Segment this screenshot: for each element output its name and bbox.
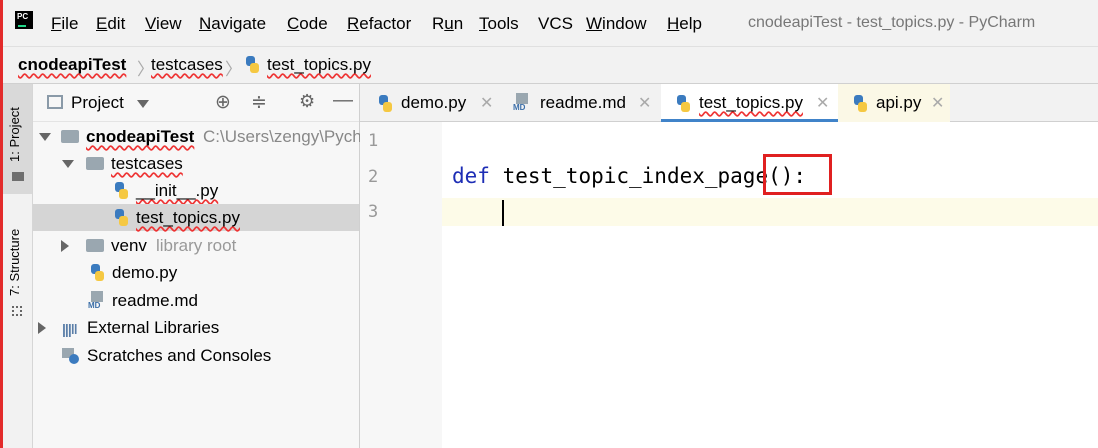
code-text: test_topic_index_page():	[489, 164, 807, 188]
menu-refactor[interactable]: Refactor	[347, 14, 411, 34]
tab-label: readme.md	[540, 93, 626, 112]
locate-file-icon[interactable]: ⊕	[215, 91, 231, 114]
folder-icon	[12, 172, 24, 181]
tree-item-test-topics-py[interactable]: test_topics.py	[33, 204, 359, 231]
tree-item-path-hint: C:\Users\zengy\Pych	[203, 127, 362, 146]
tree-item-label: demo.py	[112, 263, 178, 282]
line-number: 1	[368, 131, 379, 151]
breadcrumb-folder[interactable]: testcases	[151, 55, 223, 75]
tree-item-label: External Libraries	[87, 318, 220, 337]
tree-item-demo-py[interactable]: demo.py	[33, 259, 359, 286]
chevron-right-icon[interactable]	[38, 322, 46, 334]
structure-tool-label[interactable]: 7: Structure	[7, 229, 22, 296]
markdown-file-icon: MD	[88, 291, 106, 311]
close-icon[interactable]: ✕	[931, 93, 944, 113]
folder-icon	[86, 239, 104, 252]
breadcrumb-project[interactable]: cnodeapiTest	[18, 55, 126, 75]
minimize-icon[interactable]: —	[333, 89, 353, 112]
project-panel-header: Project ⊕ ≑ ⚙ —	[33, 84, 359, 122]
menu-edit[interactable]: Edit	[96, 14, 125, 34]
menu-navigate[interactable]: Navigate	[199, 14, 266, 34]
gear-icon[interactable]: ⚙	[299, 91, 315, 112]
project-panel: Project ⊕ ≑ ⚙ — cnodeapiTest C:\Users\ze…	[33, 84, 362, 448]
tree-item-venv[interactable]: venv library root	[33, 232, 359, 259]
folder-icon	[61, 130, 79, 143]
close-icon[interactable]: ✕	[638, 93, 651, 113]
menu-window[interactable]: Window	[586, 14, 646, 34]
breadcrumb-separator: 〉	[225, 60, 242, 79]
menu-file[interactable]: File	[51, 14, 78, 34]
breadcrumb: cnodeapiTest 〉 testcases 〉 test_topics.p…	[3, 46, 1098, 84]
project-view-selector[interactable]: Project	[71, 93, 124, 113]
tree-item-label: venv	[111, 236, 147, 255]
menu-bar: PC File Edit View Navigate Code Refactor…	[3, 0, 1098, 46]
tree-item-project-root[interactable]: cnodeapiTest C:\Users\zengy\Pych	[33, 123, 362, 150]
tree-item-label: Scratches and Consoles	[87, 346, 272, 365]
editor-tab-bar: demo.py ✕ MD readme.md ✕ test_topics.py …	[360, 84, 1098, 122]
markdown-file-icon: MD	[513, 93, 531, 113]
tree-item-scratches[interactable]: Scratches and Consoles	[33, 342, 359, 369]
close-icon[interactable]: ✕	[480, 93, 493, 113]
tab-label: test_topics.py	[699, 93, 803, 112]
menu-help[interactable]: Help	[667, 14, 702, 34]
clock-icon	[69, 354, 79, 364]
tab-demo-py[interactable]: demo.py ✕	[360, 84, 500, 122]
menu-run[interactable]: Run	[432, 14, 463, 34]
keyword: def	[452, 164, 490, 188]
current-line-highlight	[442, 198, 1098, 226]
tree-item-readme-md[interactable]: MD readme.md	[33, 287, 359, 314]
python-file-icon	[113, 209, 129, 226]
tool-window-strip: 1: Project 7: Structure	[3, 84, 33, 448]
text-caret	[502, 200, 504, 226]
chevron-down-icon[interactable]	[62, 160, 74, 168]
tree-item-testcases[interactable]: testcases	[33, 150, 359, 177]
structure-icon	[12, 306, 22, 316]
highlight-box	[763, 154, 832, 195]
tree-item-init-py[interactable]: __init__.py	[33, 177, 359, 204]
chevron-down-icon[interactable]	[39, 133, 51, 141]
code-line[interactable]: def test_topic_index_page():	[452, 164, 806, 188]
close-icon[interactable]: ✕	[816, 93, 829, 113]
python-file-icon	[852, 95, 868, 112]
tree-item-label: test_topics.py	[136, 208, 240, 227]
python-file-icon	[675, 95, 691, 112]
tree-item-external-libraries[interactable]: |||‖ External Libraries	[33, 314, 359, 341]
breadcrumb-file[interactable]: test_topics.py	[267, 55, 371, 75]
tab-test-topics-py[interactable]: test_topics.py ✕	[661, 84, 838, 122]
tree-item-label: readme.md	[112, 291, 198, 310]
chevron-down-icon[interactable]	[137, 100, 149, 108]
tab-api-py[interactable]: api.py ✕	[838, 84, 950, 122]
line-number: 3	[368, 202, 379, 222]
line-number-gutter: 1 2 3	[360, 122, 442, 448]
chevron-right-icon[interactable]	[61, 240, 69, 252]
tab-readme-md[interactable]: MD readme.md ✕	[500, 84, 660, 122]
menu-vcs[interactable]: VCS	[538, 14, 573, 34]
library-icon: |||‖	[62, 321, 78, 337]
python-file-icon	[377, 95, 393, 112]
collapse-all-icon[interactable]: ≑	[251, 91, 267, 114]
python-file-icon	[113, 182, 129, 199]
tree-item-label: testcases	[111, 154, 183, 173]
project-tool-label[interactable]: 1: Project	[7, 107, 22, 162]
menu-code[interactable]: Code	[287, 14, 328, 34]
python-file-icon	[89, 264, 105, 281]
menu-view[interactable]: View	[145, 14, 182, 34]
tree-item-label: __init__.py	[136, 181, 219, 200]
tab-label: api.py	[876, 93, 922, 112]
window-title: cnodeapiTest - test_topics.py - PyCharm	[748, 14, 1036, 31]
line-number: 2	[368, 167, 379, 187]
menu-tools[interactable]: Tools	[479, 14, 519, 34]
pycharm-logo-icon: PC	[15, 11, 33, 29]
folder-icon	[86, 157, 104, 170]
python-file-icon	[244, 56, 260, 73]
tree-item-hint: library root	[156, 236, 237, 255]
tab-label: demo.py	[401, 93, 467, 112]
tree-item-label: cnodeapiTest	[86, 127, 195, 146]
project-view-icon	[47, 95, 63, 109]
